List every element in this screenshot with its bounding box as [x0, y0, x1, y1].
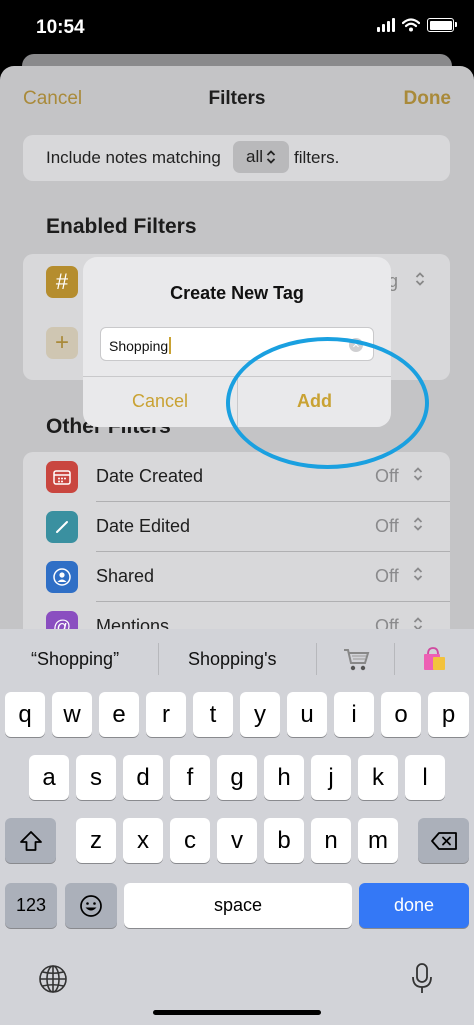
suggestion-divider — [158, 643, 159, 675]
delete-key[interactable] — [418, 818, 469, 863]
suggestion-quoted[interactable]: “Shopping” — [31, 649, 119, 670]
include-prefix: Include notes matching — [46, 148, 221, 167]
key-j[interactable]: j — [311, 755, 351, 800]
shared-person-icon — [46, 561, 78, 593]
shift-arrow-icon — [19, 830, 42, 851]
shift-key[interactable] — [5, 818, 56, 863]
key-f[interactable]: f — [170, 755, 210, 800]
done-key[interactable]: done — [359, 883, 469, 928]
key-k[interactable]: k — [358, 755, 398, 800]
filter-row-date-edited[interactable]: Date Edited Off — [23, 502, 450, 552]
dialog-add-button[interactable]: Add — [238, 376, 391, 427]
pencil-icon — [46, 511, 78, 543]
nav-done-button[interactable]: Done — [404, 88, 452, 110]
predictive-bar: “Shopping” Shopping's — [0, 629, 474, 691]
include-suffix: filters. — [294, 148, 340, 167]
key-r[interactable]: r — [146, 692, 186, 737]
filter-label: Date Edited — [96, 516, 191, 536]
chevron-updown-icon — [413, 467, 423, 481]
status-bar: 10:54 — [0, 0, 474, 58]
filter-value: Off — [375, 516, 399, 536]
space-key[interactable]: space — [124, 883, 352, 928]
key-g[interactable]: g — [217, 755, 257, 800]
filter-label: Shared — [96, 566, 155, 586]
keyboard: “Shopping” Shopping's q w e r t y u i o … — [0, 629, 474, 1025]
key-q[interactable]: q — [5, 692, 45, 737]
key-a[interactable]: a — [29, 755, 69, 800]
shopping-cart-emoji-icon[interactable] — [342, 647, 370, 673]
key-i[interactable]: i — [334, 692, 374, 737]
key-h[interactable]: h — [264, 755, 304, 800]
key-z[interactable]: z — [76, 818, 116, 863]
shopping-bags-emoji-icon[interactable] — [420, 645, 448, 673]
include-matching-row: Include notes matching all filters. — [23, 135, 450, 181]
match-mode-value: all — [245, 147, 263, 166]
calendar-icon — [46, 461, 78, 493]
key-c[interactable]: c — [170, 818, 210, 863]
key-x[interactable]: x — [123, 818, 163, 863]
battery-icon — [427, 18, 457, 32]
backspace-icon — [430, 831, 457, 850]
status-icons — [377, 18, 457, 32]
dialog-cancel-button[interactable]: Cancel — [83, 376, 237, 427]
key-u[interactable]: u — [287, 692, 327, 737]
text-caret — [169, 337, 172, 354]
emoji-face-icon — [80, 894, 102, 917]
filter-label: Date Created — [96, 466, 204, 486]
key-v[interactable]: v — [217, 818, 257, 863]
create-tag-dialog: Create New Tag Shopping ✕ Cancel Add — [83, 257, 391, 427]
numbers-key[interactable]: 123 — [5, 883, 57, 928]
chevron-updown-icon — [266, 150, 276, 164]
tag-name-input[interactable]: Shopping ✕ — [100, 327, 374, 361]
match-mode-selector[interactable]: all — [233, 141, 289, 173]
key-d[interactable]: d — [123, 755, 163, 800]
filter-row-date-created[interactable]: Date Created Off — [23, 452, 450, 502]
key-p[interactable]: p — [428, 692, 469, 737]
status-time: 10:54 — [36, 17, 85, 38]
emoji-key[interactable] — [65, 883, 117, 928]
suggestion-divider — [394, 643, 395, 675]
key-e[interactable]: e — [99, 692, 139, 737]
key-t[interactable]: t — [193, 692, 233, 737]
key-w[interactable]: w — [52, 692, 92, 737]
enabled-filters-title: Enabled Filters — [46, 215, 197, 238]
cellular-signal-icon — [377, 18, 395, 32]
globe-icon[interactable] — [37, 963, 69, 995]
filter-row-shared[interactable]: Shared Off — [23, 552, 450, 602]
dialog-title: Create New Tag — [170, 283, 304, 303]
key-b[interactable]: b — [264, 818, 304, 863]
home-indicator — [153, 1010, 321, 1015]
chevron-updown-icon — [413, 517, 423, 531]
filter-value: Off — [375, 566, 399, 586]
suggestion-divider — [316, 643, 317, 675]
add-filter-plus-icon[interactable]: + — [46, 327, 78, 359]
key-s[interactable]: s — [76, 755, 116, 800]
key-m[interactable]: m — [358, 818, 398, 863]
key-l[interactable]: l — [405, 755, 445, 800]
filter-value: Off — [375, 466, 399, 486]
key-y[interactable]: y — [240, 692, 280, 737]
key-o[interactable]: o — [381, 692, 421, 737]
chevron-updown-icon — [413, 567, 423, 581]
clear-text-icon[interactable]: ✕ — [349, 338, 363, 352]
hashtag-icon: # — [46, 266, 78, 298]
suggestion-possessive[interactable]: Shopping's — [188, 649, 277, 670]
microphone-icon[interactable] — [408, 961, 436, 997]
chevron-updown-icon — [415, 272, 425, 286]
tag-name-value: Shopping — [109, 338, 169, 354]
key-n[interactable]: n — [311, 818, 351, 863]
wifi-icon — [402, 18, 420, 32]
